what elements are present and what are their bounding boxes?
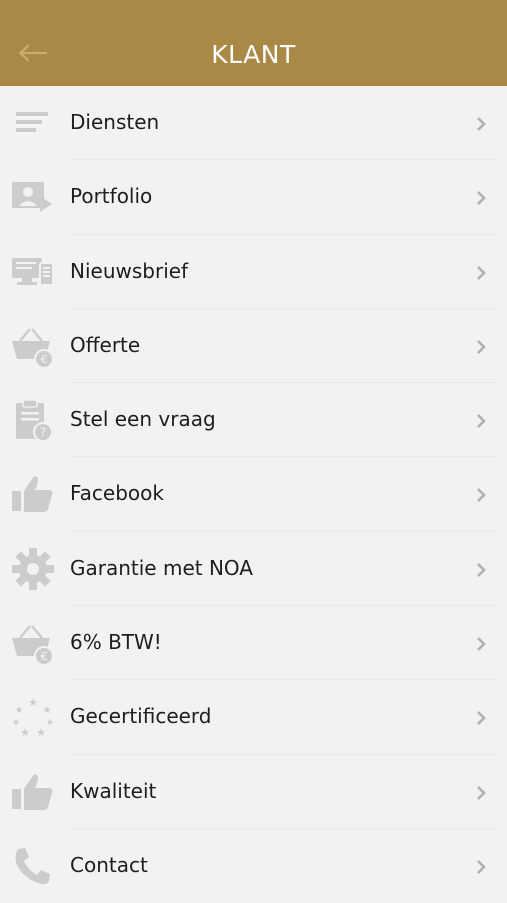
app-header: KLANT <box>0 0 507 86</box>
chevron-right-icon <box>477 339 486 354</box>
chevron-right-icon <box>477 414 486 429</box>
svg-text:★: ★ <box>15 705 24 716</box>
list-lines-icon <box>16 112 48 132</box>
chevron-right-icon <box>477 860 486 874</box>
menu-item-label: Nieuwsbrief <box>70 258 189 283</box>
menu-item-label: Kwaliteit <box>70 778 157 803</box>
chevron-right-icon <box>477 711 486 726</box>
menu-list: Diensten Portfolio Nieuwsbrief € Offerte… <box>0 86 507 903</box>
menu-item-portfolio[interactable]: Portfolio <box>0 160 507 235</box>
menu-item-kwaliteit[interactable]: Kwaliteit <box>0 755 507 829</box>
menu-item-label: Contact <box>70 852 148 877</box>
basket-euro-icon: € <box>12 328 54 369</box>
stars-icon: ★ ★ ★ ★ ★ ★ ★ <box>12 696 54 739</box>
menu-item-gecertificeerd[interactable]: ★ ★ ★ ★ ★ ★ ★ Gecertificeerd <box>0 680 507 755</box>
chevron-right-icon <box>477 117 486 131</box>
menu-item-nieuwsbrief[interactable]: Nieuwsbrief <box>0 235 507 309</box>
menu-item-contact[interactable]: Contact <box>0 829 507 903</box>
menu-item-label: Offerte <box>70 332 141 357</box>
chevron-right-icon <box>477 488 486 503</box>
svg-text:?: ? <box>40 426 46 440</box>
chevron-right-icon <box>477 785 486 800</box>
chevron-right-icon <box>477 637 486 651</box>
menu-item-diensten[interactable]: Diensten <box>0 86 507 161</box>
chevron-right-icon <box>477 191 486 206</box>
svg-text:★: ★ <box>46 718 54 728</box>
phone-icon <box>15 847 50 885</box>
thumbs-up-icon <box>12 774 53 810</box>
portfolio-user-icon <box>12 182 52 213</box>
svg-text:★: ★ <box>12 718 20 728</box>
menu-item-stel-een-vraag[interactable]: ? Stel een vraag <box>0 383 507 458</box>
clipboard-question-icon: ? <box>16 399 53 443</box>
menu-item-label: Garantie met NOA <box>70 555 253 580</box>
svg-text:★: ★ <box>20 726 30 739</box>
menu-item-btw[interactable]: € 6% BTW! <box>0 606 507 681</box>
chevron-right-icon <box>477 562 486 577</box>
menu-item-label: Stel een vraag <box>70 407 216 432</box>
svg-text:★: ★ <box>28 696 38 709</box>
svg-text:★: ★ <box>36 726 46 739</box>
thumbs-up-icon <box>12 476 53 513</box>
chevron-right-icon <box>477 265 486 280</box>
menu-item-label: Diensten <box>70 110 160 134</box>
menu-item-label: Gecertificeerd <box>70 704 212 729</box>
newsletter-devices-icon <box>12 257 54 286</box>
menu-item-garantie-met-noa[interactable]: Garantie met NOA <box>0 532 507 607</box>
menu-item-label: Portfolio <box>70 184 153 209</box>
menu-item-label: 6% BTW! <box>70 630 162 655</box>
page-title: KLANT <box>211 40 296 69</box>
svg-text:€: € <box>41 650 48 663</box>
gear-icon <box>12 547 54 590</box>
svg-text:€: € <box>41 353 48 366</box>
basket-euro-icon: € <box>12 625 54 667</box>
menu-item-facebook[interactable]: Facebook <box>0 457 507 532</box>
svg-text:★: ★ <box>43 705 52 716</box>
menu-item-label: Facebook <box>70 481 164 506</box>
menu-item-offerte[interactable]: € Offerte <box>0 309 507 384</box>
